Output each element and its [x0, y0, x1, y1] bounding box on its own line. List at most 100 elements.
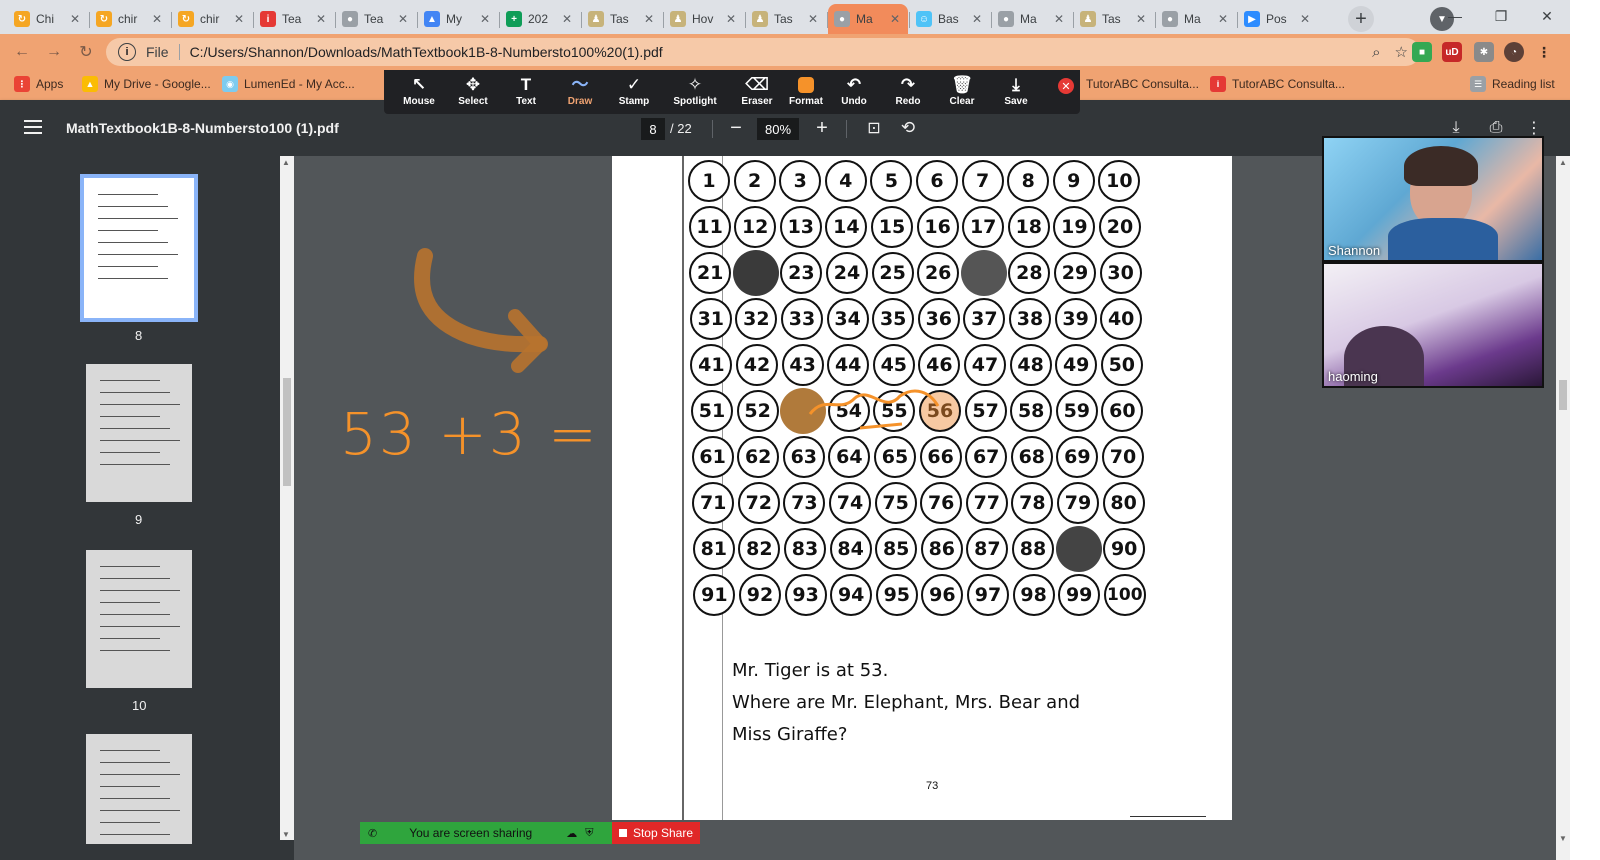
annotation-tool-text[interactable]: T Text [499, 74, 553, 112]
site-info-icon[interactable]: i [118, 43, 136, 61]
tab-close-icon[interactable]: ✕ [1052, 12, 1066, 26]
forward-icon[interactable]: → [42, 40, 66, 64]
annotation-tool-stamp[interactable]: ✓ Stamp [607, 74, 661, 112]
thumbnail-content-line [100, 428, 170, 429]
back-icon[interactable]: ← [10, 40, 34, 64]
extension-green-icon[interactable]: ■ [1412, 42, 1432, 62]
screen-share-status-bar[interactable]: ✆ You are screen sharing ☁ ⛨ [360, 822, 612, 844]
bookmark-item[interactable]: ☰ Reading list [1470, 74, 1555, 94]
tab-3[interactable]: i Tea ✕ [254, 4, 334, 34]
stop-share-button[interactable]: Stop Share [612, 822, 700, 844]
annotation-tool-format[interactable]: Format [779, 74, 833, 112]
tab-1[interactable]: ↻ chir ✕ [90, 4, 170, 34]
document-scrollbar-thumb[interactable] [1559, 380, 1567, 410]
video-tile-haoming[interactable]: haoming [1322, 262, 1544, 388]
new-tab-button[interactable]: + [1348, 6, 1374, 32]
annotation-tool-spotlight[interactable]: ✧ Spotlight [668, 74, 722, 112]
tab-4[interactable]: ● Tea ✕ [336, 4, 416, 34]
zoom-in-button[interactable]: + [810, 116, 834, 140]
tab-close-icon[interactable]: ✕ [68, 12, 82, 26]
bookmark-item[interactable]: iTutorABC Consulta... [1210, 74, 1345, 94]
chart-number-cell: 88 [1012, 528, 1054, 570]
annotation-tool-save[interactable]: ⤓ Save [989, 74, 1043, 112]
reload-icon[interactable]: ↻ [74, 40, 98, 64]
tab-close-icon[interactable]: ✕ [150, 12, 164, 26]
page-number-input[interactable]: 8 [641, 118, 665, 140]
tab-close-icon[interactable]: ✕ [232, 12, 246, 26]
document-scroll-up-icon[interactable]: ▲ [1559, 158, 1567, 167]
tab-close-icon[interactable]: ✕ [1216, 12, 1230, 26]
sidebar-menu-icon[interactable] [24, 120, 42, 134]
bookmark-star-icon[interactable]: ☆ [1395, 43, 1408, 61]
tab-7[interactable]: ♟ Tas ✕ [582, 4, 662, 34]
extensions-puzzle-icon[interactable]: ✱ [1474, 42, 1494, 62]
tab-0[interactable]: ↻ Chi ✕ [8, 4, 88, 34]
chart-number-cell: 72 [737, 482, 780, 524]
rotate-icon[interactable]: ⟲ [896, 116, 920, 140]
chrome-menu-icon[interactable]: ⋮ [1534, 42, 1554, 62]
page-thumbnail[interactable] [86, 364, 192, 502]
address-url[interactable]: C:/Users/Shannon/Downloads/MathTextbook1… [190, 44, 663, 60]
tab-6[interactable]: +202 ✕ [500, 4, 580, 34]
close-window-icon[interactable]: ✕ [1524, 0, 1570, 32]
bookmark-item[interactable]: ◉ LumenEd - My Acc... [222, 74, 355, 94]
sidebar-scrollbar[interactable] [280, 156, 294, 840]
tab-5[interactable]: ▲ My ✕ [418, 4, 498, 34]
tab-favicon-icon: ↻ [178, 11, 194, 27]
tab-12[interactable]: ● Ma ✕ [992, 4, 1072, 34]
zoom-level-input[interactable]: 80% [757, 118, 799, 140]
profile-avatar[interactable]: ◔ [1504, 42, 1524, 62]
document-scroll-down-icon[interactable]: ▼ [1559, 834, 1567, 843]
sidebar-scrollbar-thumb[interactable] [283, 378, 291, 486]
document-scrollbar[interactable] [1556, 156, 1570, 860]
ublock-icon[interactable]: uD [1442, 42, 1462, 62]
tab-11[interactable]: ☺ Bas ✕ [910, 4, 990, 34]
annotation-tool-clear[interactable]: 🗑 Clear [935, 74, 989, 112]
tab-close-icon[interactable]: ✕ [1134, 12, 1148, 26]
annotation-tool-eraser[interactable]: ⌫ Eraser [730, 74, 784, 112]
sidebar-scroll-down-icon[interactable]: ▼ [282, 830, 290, 839]
thumbnail-content-line [100, 810, 180, 811]
tab-close-icon[interactable]: ✕ [970, 12, 984, 26]
chart-number-cell: 97 [967, 574, 1009, 616]
fit-page-icon[interactable]: ⊡ [862, 116, 886, 140]
bookmark-item[interactable]: ⋮ Apps [14, 74, 63, 94]
zoom-page-icon[interactable]: ⌕ [1372, 44, 1380, 61]
minimize-icon[interactable]: — [1432, 0, 1478, 32]
tab-close-icon[interactable]: ✕ [560, 12, 574, 26]
page-thumbnail[interactable] [80, 174, 198, 322]
annotation-tool-undo[interactable]: ↶ Undo [827, 74, 881, 112]
tab-14[interactable]: ● Ma ✕ [1156, 4, 1236, 34]
annotation-tool-select[interactable]: ✥ Select [446, 74, 500, 112]
tab-15[interactable]: ▶ Pos ✕ [1238, 4, 1318, 34]
zoom-out-button[interactable]: − [724, 116, 748, 140]
bookmark-item[interactable]: iTutorABC Consulta... [1064, 74, 1199, 94]
close-annotation-icon[interactable]: ✕ [1058, 78, 1074, 94]
address-bar[interactable]: i File C:/Users/Shannon/Downloads/MathTe… [106, 38, 1420, 66]
tab-2[interactable]: ↻ chir ✕ [172, 4, 252, 34]
tab-close-icon[interactable]: ✕ [396, 12, 410, 26]
tab-13[interactable]: ♟ Tas ✕ [1074, 4, 1154, 34]
bookmark-icon: i [1210, 76, 1226, 92]
tab-9[interactable]: ♟ Tas ✕ [746, 4, 826, 34]
annotation-tool-redo[interactable]: ↷ Redo [881, 74, 935, 112]
bookmark-item[interactable]: ▲ My Drive - Google... [82, 74, 211, 94]
tab-8[interactable]: ♟ Hov ✕ [664, 4, 744, 34]
annotation-tool-mouse[interactable]: ↖ Mouse [392, 74, 446, 112]
restore-icon[interactable]: ❐ [1478, 0, 1524, 32]
annotation-tool-label: Draw [567, 96, 593, 107]
tab-close-icon[interactable]: ✕ [888, 12, 902, 26]
sidebar-scroll-up-icon[interactable]: ▲ [282, 158, 290, 167]
thumbnail-content-line [100, 650, 170, 651]
tab-close-icon[interactable]: ✕ [724, 12, 738, 26]
tab-close-icon[interactable]: ✕ [806, 12, 820, 26]
video-tile-shannon[interactable]: Shannon [1322, 136, 1544, 262]
page-thumbnail[interactable] [86, 550, 192, 688]
annotation-tool-draw[interactable]: 〜 Draw [553, 74, 607, 112]
tab-close-icon[interactable]: ✕ [1298, 12, 1312, 26]
page-thumbnail[interactable] [86, 734, 192, 844]
tab-close-icon[interactable]: ✕ [314, 12, 328, 26]
tab-close-icon[interactable]: ✕ [642, 12, 656, 26]
tab-close-icon[interactable]: ✕ [478, 12, 492, 26]
tab-10[interactable]: ● Ma ✕ [828, 4, 908, 34]
